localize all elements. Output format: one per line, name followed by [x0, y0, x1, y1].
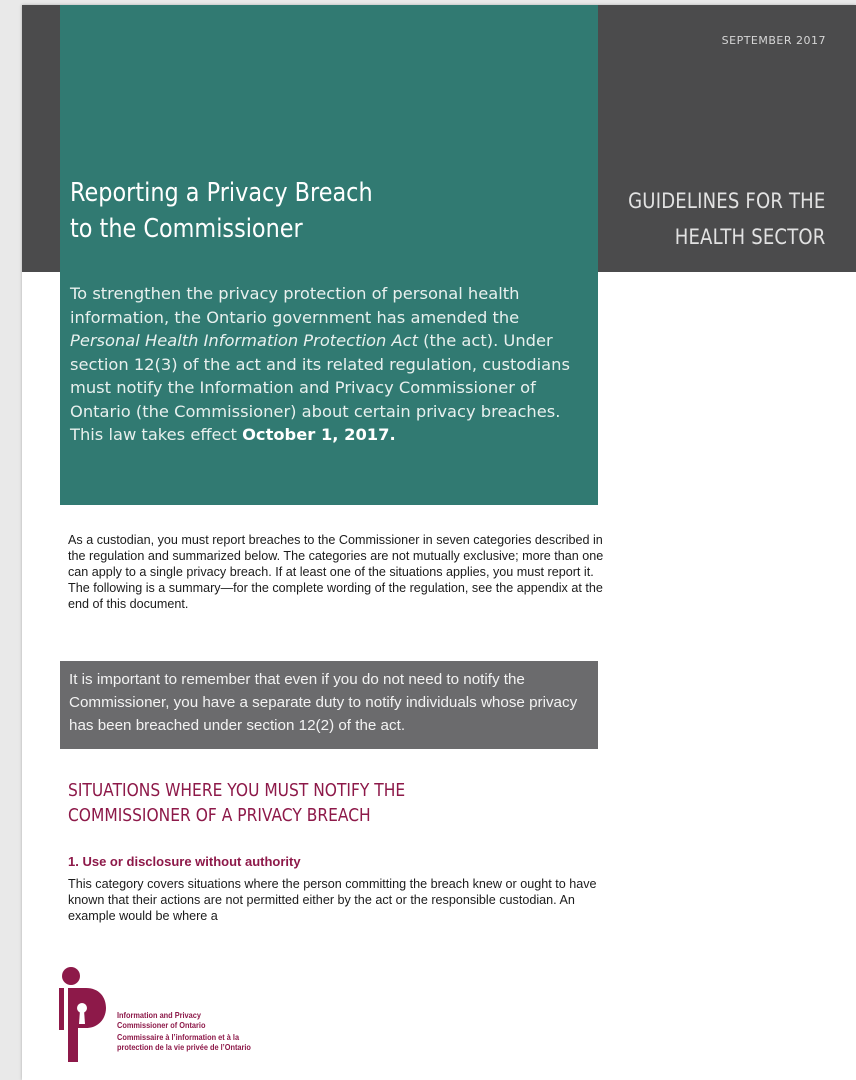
intro-paragraph: To strengthen the privacy protection of … — [70, 282, 592, 447]
subheading: 1. Use or disclosure without authority — [68, 854, 301, 869]
title-line-2: to the Commissioner — [70, 214, 303, 244]
body-paragraph-2: This category covers situations where th… — [68, 877, 597, 924]
document-title: Reporting a Privacy Breach to the Commis… — [70, 175, 526, 247]
guidelines-label: GUIDELINES FOR THE HEALTH SECTOR — [629, 183, 826, 255]
ipc-logo: Information and Privacy Commissioner of … — [58, 966, 298, 1062]
section-heading: SITUATIONS WHERE YOU MUST NOTIFY THE COM… — [68, 780, 406, 826]
guidelines-line-2: HEALTH SECTOR — [675, 225, 826, 249]
callout-box: It is important to remember that even if… — [60, 661, 598, 749]
body-paragraph-1: As a custodian, you must report breaches… — [68, 533, 604, 612]
logo-en-line-2: Commissioner of Ontario — [117, 1019, 206, 1030]
logo-text-french: Commissaire à l’information et à la prot… — [117, 1032, 251, 1052]
intro-part-3: . — [389, 425, 396, 444]
title-block: Reporting a Privacy Breach to the Commis… — [60, 5, 598, 505]
guidelines-line-1: GUIDELINES FOR THE — [628, 189, 826, 213]
effective-date: October 1, 2017 — [242, 425, 390, 444]
publication-date: SEPTEMBER 2017 — [721, 34, 826, 47]
ipc-logo-icon — [59, 967, 106, 1062]
callout-text: It is important to remember that even if… — [69, 671, 578, 734]
logo-text-english: Information and Privacy Commissioner of … — [117, 1010, 206, 1030]
logo-fr-line-2: protection de la vie privée de l’Ontario — [117, 1041, 251, 1052]
act-name: Personal Health Information Protection A… — [70, 331, 418, 350]
intro-part-1: To strengthen the privacy protection of … — [70, 284, 520, 327]
document-page: SEPTEMBER 2017 GUIDELINES FOR THE HEALTH… — [22, 5, 856, 1080]
title-line-1: Reporting a Privacy Breach — [70, 178, 373, 208]
